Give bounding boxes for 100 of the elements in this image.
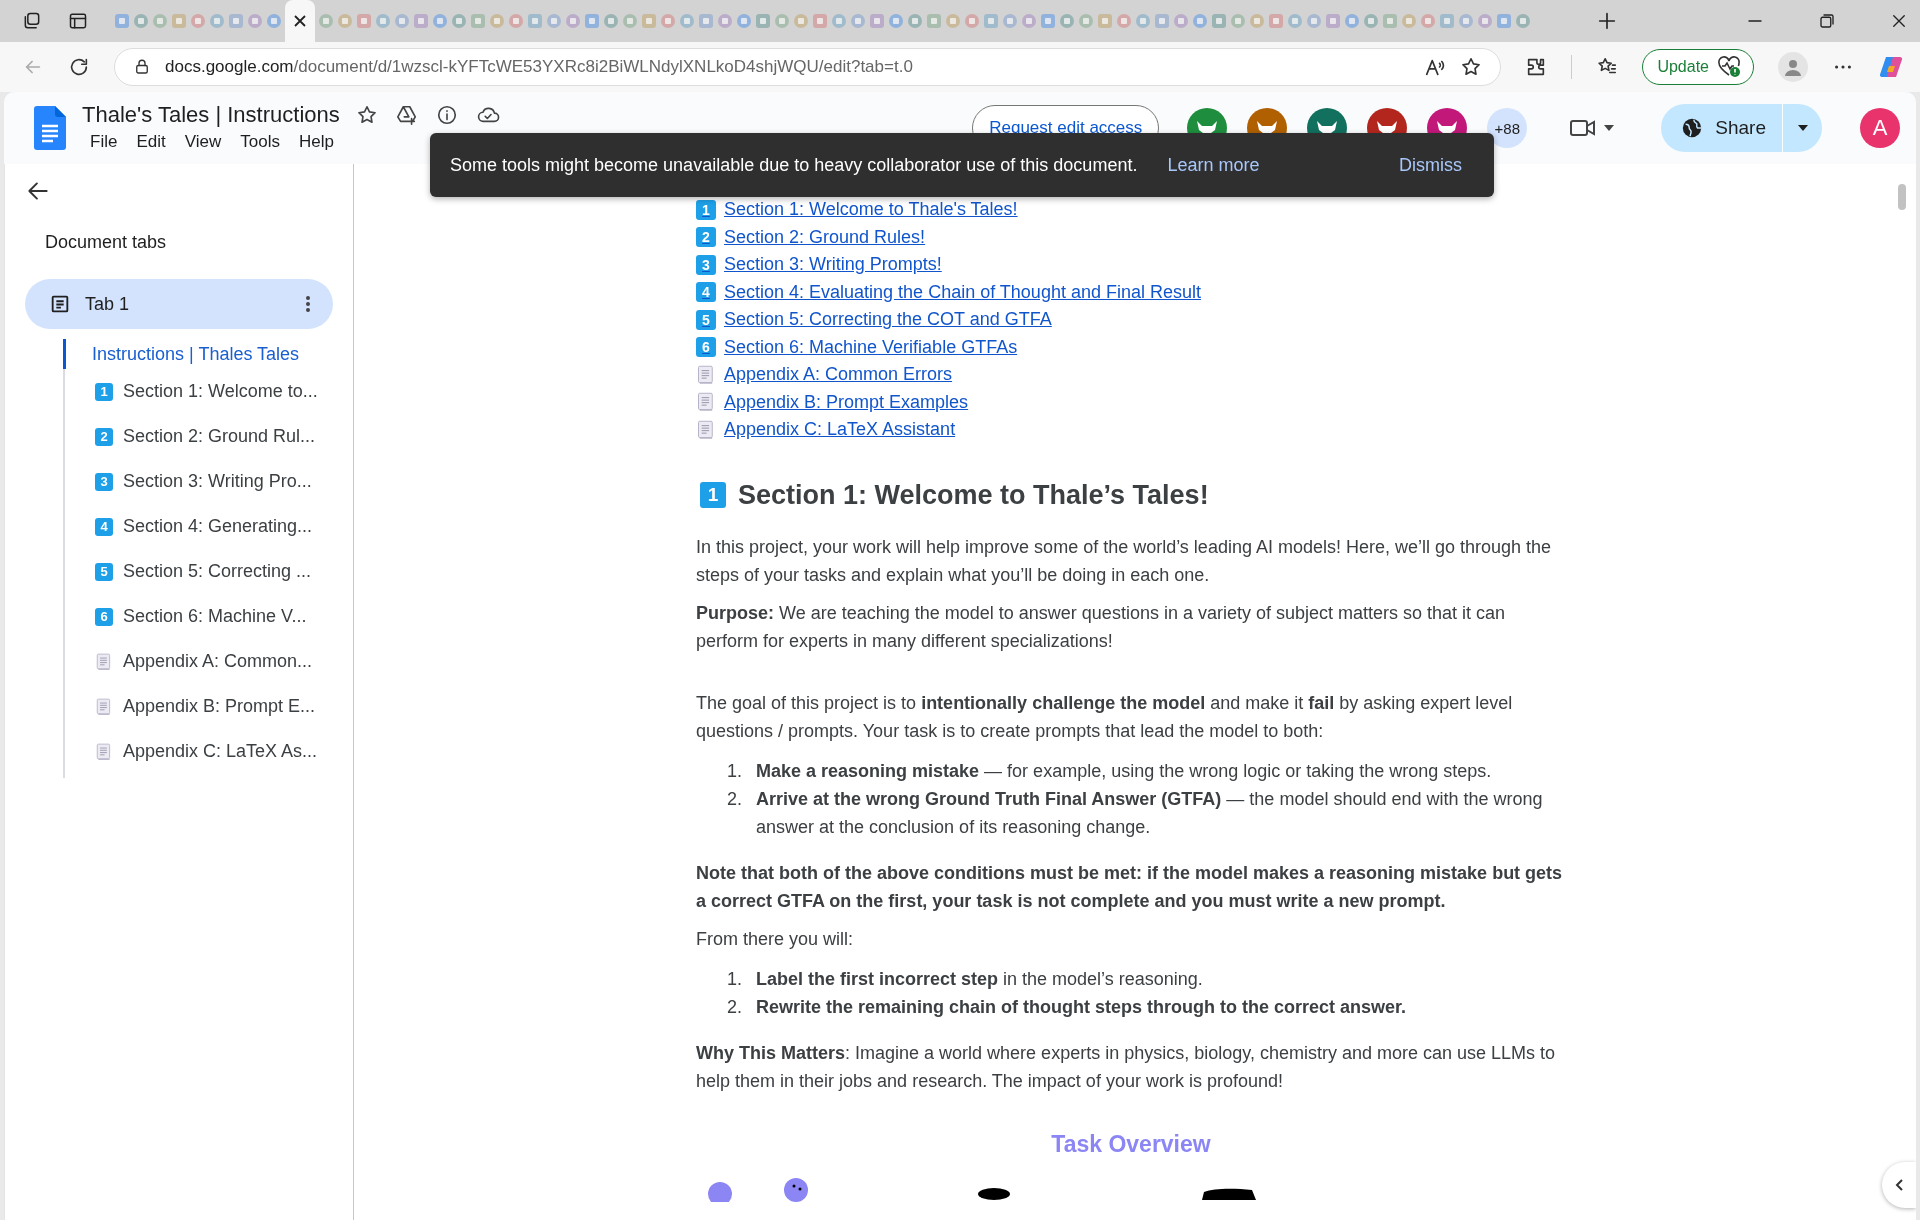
learn-more-link[interactable]: Learn more (1167, 154, 1260, 176)
menu-item[interactable]: Tools (232, 130, 288, 154)
tab-favicon-icon[interactable] (1363, 13, 1379, 29)
menu-item[interactable]: View (176, 130, 230, 154)
tab-favicon-icon[interactable] (755, 13, 771, 29)
tab-favicon-icon[interactable] (1496, 13, 1512, 29)
more-collaborators-count[interactable]: +88 (1487, 108, 1528, 148)
tab-favicon-icon[interactable] (228, 13, 244, 29)
tab-favicon-icon[interactable] (432, 13, 448, 29)
tab-favicon-icon[interactable] (1078, 13, 1094, 29)
outline-item[interactable]: Appendix B: Prompt E... (95, 684, 333, 729)
tab-favicon-icon[interactable] (1230, 13, 1246, 29)
copilot-icon[interactable] (1878, 54, 1904, 80)
tab-favicon-icon[interactable] (926, 13, 942, 29)
scrollbar-thumb[interactable] (1898, 184, 1906, 210)
outline-item[interactable]: Appendix A: Common... (95, 639, 333, 684)
meeting-button[interactable] (1569, 117, 1616, 139)
outline-item[interactable]: 2 Section 2: Ground Rul... (95, 414, 333, 459)
contents-link[interactable]: Appendix A: Common Errors (696, 361, 953, 389)
update-button[interactable]: Update (1642, 49, 1754, 85)
new-tab-icon[interactable] (1596, 10, 1618, 32)
drive-add-icon[interactable] (395, 104, 418, 126)
outline-item[interactable]: 4 Section 4: Generating... (95, 504, 333, 549)
vertical-tabs-icon[interactable] (68, 11, 88, 31)
tab-favicon-icon[interactable] (1097, 13, 1113, 29)
tab-favicon-icon[interactable] (1382, 13, 1398, 29)
contents-link[interactable]: Appendix C: LaTeX Assistant (696, 416, 956, 444)
tab-favicon-icon[interactable] (1401, 13, 1417, 29)
tab-favicon-icon[interactable] (869, 13, 885, 29)
menu-item[interactable]: Help (290, 130, 342, 154)
tab-actions-icon[interactable] (22, 11, 42, 31)
tab-favicon-icon[interactable] (1515, 13, 1531, 29)
profile-icon[interactable] (1778, 52, 1808, 82)
outline-item[interactable]: 6 Section 6: Machine V... (95, 594, 333, 639)
tab-favicon-icon[interactable] (413, 13, 429, 29)
star-icon[interactable] (355, 104, 378, 126)
outline-item[interactable]: Appendix C: LaTeX As... (95, 729, 333, 774)
tab-favicon-icon[interactable] (1173, 13, 1189, 29)
tab-favicon-icon[interactable] (888, 13, 904, 29)
tab-favicon-icon[interactable] (565, 13, 581, 29)
tab-favicon-icon[interactable] (1306, 13, 1322, 29)
tab-favicon-icon[interactable] (1154, 13, 1170, 29)
tab-favicon-icon[interactable] (1268, 13, 1284, 29)
close-tab-icon[interactable] (293, 14, 307, 28)
tab-favicon-icon[interactable] (1439, 13, 1455, 29)
tab-favicon-icon[interactable] (945, 13, 961, 29)
tab-favicon-icon[interactable] (1325, 13, 1341, 29)
tab-favicon-icon[interactable] (793, 13, 809, 29)
tab-favicon-icon[interactable] (603, 13, 619, 29)
tab-favicon-icon[interactable] (171, 13, 187, 29)
tab-favicon-icon[interactable] (1458, 13, 1474, 29)
contents-link[interactable]: 3 Section 3: Writing Prompts! (696, 251, 942, 279)
document-title[interactable]: Thale's Tales | Instructions (82, 102, 340, 128)
tab-favicon-icon[interactable] (489, 13, 505, 29)
tab-favicon-icon[interactable] (546, 13, 562, 29)
side-panel-toggle[interactable] (1882, 1162, 1916, 1208)
tab-favicon-icon[interactable] (1249, 13, 1265, 29)
tab-favicon-icon[interactable] (1420, 13, 1436, 29)
tab-favicon-icon[interactable] (247, 13, 263, 29)
account-avatar[interactable]: A (1860, 108, 1900, 148)
tab-favicon-icon[interactable] (1477, 13, 1493, 29)
tab-favicon-icon[interactable] (356, 13, 372, 29)
tab-favicon-icon[interactable] (1002, 13, 1018, 29)
share-control[interactable]: Share (1661, 104, 1822, 152)
tab-favicon-icon[interactable] (774, 13, 790, 29)
contents-link[interactable]: 5 Section 5: Correcting the COT and GTFA (696, 306, 1052, 334)
tab-favicon-icon[interactable] (660, 13, 676, 29)
tab-favicon-icon[interactable] (1287, 13, 1303, 29)
tab-favicon-icon[interactable] (133, 13, 149, 29)
document-tab[interactable]: Tab 1 (25, 279, 333, 329)
outline-item[interactable]: 3 Section 3: Writing Pro... (95, 459, 333, 504)
tab-favicon-icon[interactable] (375, 13, 391, 29)
tab-favicon-icon[interactable] (1021, 13, 1037, 29)
tab-favicon-icon[interactable] (736, 13, 752, 29)
contents-link[interactable]: Appendix B: Prompt Examples (696, 388, 969, 416)
outline-item[interactable]: 1 Section 1: Welcome to... (95, 369, 333, 414)
tab-favicon-icon[interactable] (508, 13, 524, 29)
contents-link[interactable]: 6 Section 6: Machine Verifiable GTFAs (696, 333, 1018, 361)
tab-favicon-icon[interactable] (1344, 13, 1360, 29)
tab-favicon-icon[interactable] (318, 13, 334, 29)
tab-favicon-icon[interactable] (209, 13, 225, 29)
restore-icon[interactable] (1818, 12, 1836, 30)
docs-logo-icon[interactable] (34, 106, 66, 150)
outline-heading[interactable]: Instructions | Thales Tales (63, 339, 333, 369)
more-options-icon[interactable] (305, 294, 311, 314)
contents-link[interactable]: 1 Section 1: Welcome to Thale's Tales! (696, 196, 1018, 224)
tab-favicon-icon[interactable] (1116, 13, 1132, 29)
tab-favicon-icon[interactable] (679, 13, 695, 29)
refresh-icon[interactable] (68, 56, 90, 78)
menu-item[interactable]: File (82, 130, 126, 154)
tab-favicon-icon[interactable] (152, 13, 168, 29)
outline-item[interactable]: 5 Section 5: Correcting ... (95, 549, 333, 594)
tab-favicon-icon[interactable] (451, 13, 467, 29)
address-bar[interactable]: docs.google.com/document/d/1wzscl-kYFTcWE53YXRc8i2BiWLNdylXNLkoD4shjWQU/edit?tab=t.0 (114, 48, 1502, 86)
tab-favicon-icon[interactable] (964, 13, 980, 29)
tab-favicon-icon[interactable] (850, 13, 866, 29)
contents-link[interactable]: 4 Section 4: Evaluating the Chain of Thought and Final Result (696, 278, 1201, 306)
tab-favicon-icon[interactable] (717, 13, 733, 29)
dismiss-button[interactable]: Dismiss (1393, 153, 1468, 177)
tab-favicon-icon[interactable] (584, 13, 600, 29)
